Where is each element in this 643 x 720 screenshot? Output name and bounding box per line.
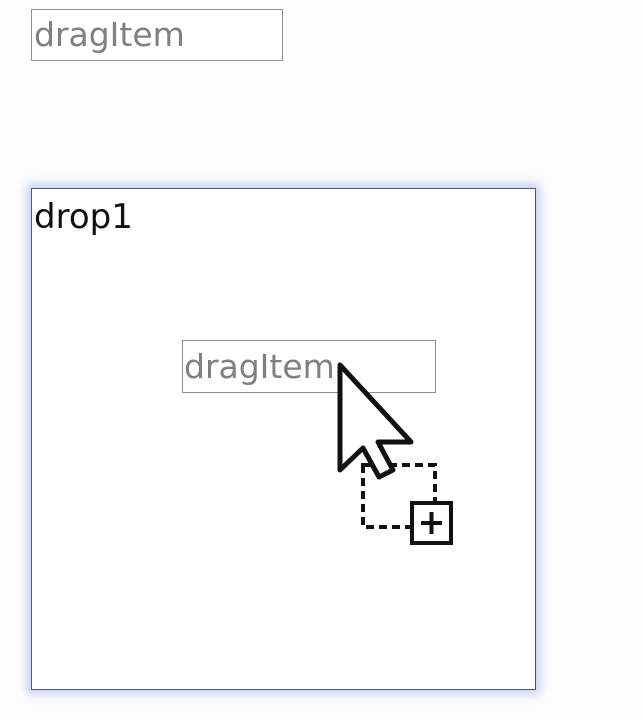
- drag-item-label: dragItem: [34, 15, 185, 54]
- plus-icon: [410, 501, 453, 545]
- arrow-pointer: [337, 362, 414, 480]
- drop-zone[interactable]: drop1 dragItem: [31, 188, 536, 690]
- arrow-cursor-copy-icon: [337, 362, 453, 545]
- drop-zone-label: drop1: [34, 197, 133, 237]
- drag-ghost-label: dragItem: [184, 347, 335, 386]
- page: dragItem drop1 dragItem: [0, 0, 643, 720]
- drag-item-source[interactable]: dragItem: [31, 9, 283, 61]
